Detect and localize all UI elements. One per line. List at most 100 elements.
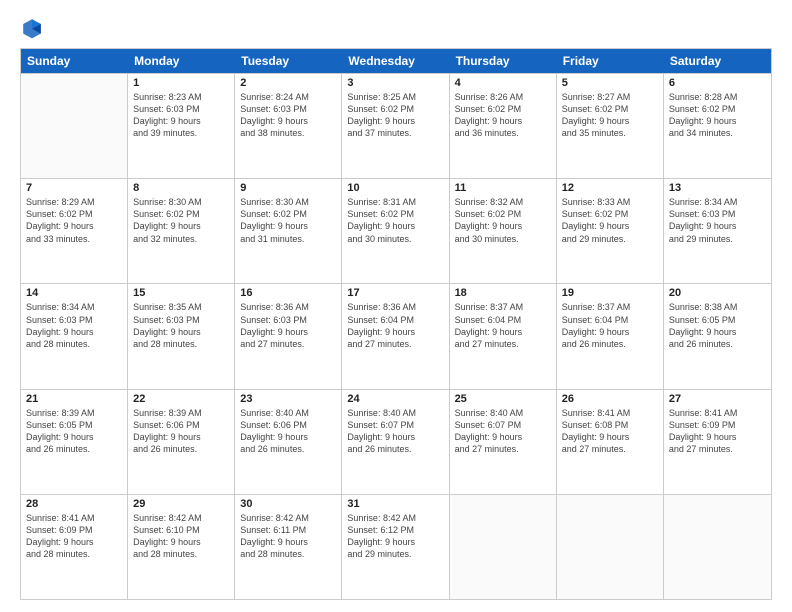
- daylight-line1: Daylight: 9 hours: [455, 326, 551, 338]
- day-number: 14: [26, 287, 122, 299]
- cell-info: Sunrise: 8:24 AM: [240, 91, 336, 103]
- header-day-monday: Monday: [128, 49, 235, 73]
- daylight-line2: and 26 minutes.: [347, 443, 443, 455]
- daylight-line2: and 27 minutes.: [562, 443, 658, 455]
- cell-info: Sunrise: 8:39 AM: [26, 407, 122, 419]
- day-number: 9: [240, 182, 336, 194]
- cell-info: Sunset: 6:06 PM: [240, 419, 336, 431]
- calendar-row-1: 7Sunrise: 8:29 AMSunset: 6:02 PMDaylight…: [21, 178, 771, 283]
- daylight-line2: and 26 minutes.: [562, 338, 658, 350]
- daylight-line1: Daylight: 9 hours: [562, 220, 658, 232]
- day-number: 18: [455, 287, 551, 299]
- cell-info: Sunrise: 8:26 AM: [455, 91, 551, 103]
- cell-info: Sunset: 6:02 PM: [455, 103, 551, 115]
- day-number: 15: [133, 287, 229, 299]
- daylight-line2: and 29 minutes.: [562, 233, 658, 245]
- cell-info: Sunset: 6:11 PM: [240, 524, 336, 536]
- day-number: 27: [669, 393, 766, 405]
- daylight-line1: Daylight: 9 hours: [26, 326, 122, 338]
- day-number: 12: [562, 182, 658, 194]
- cell-info: Sunset: 6:05 PM: [26, 419, 122, 431]
- daylight-line2: and 38 minutes.: [240, 127, 336, 139]
- cell-info: Sunrise: 8:36 AM: [240, 301, 336, 313]
- daylight-line2: and 28 minutes.: [26, 338, 122, 350]
- daylight-line1: Daylight: 9 hours: [669, 220, 766, 232]
- cell-info: Sunrise: 8:29 AM: [26, 196, 122, 208]
- cal-cell-12: 12 Sunrise: 8:33 AMSunset: 6:02 PMDayligh…: [557, 179, 664, 283]
- daylight-line2: and 32 minutes.: [133, 233, 229, 245]
- daylight-line1: Daylight: 9 hours: [133, 115, 229, 127]
- cell-info: Sunrise: 8:41 AM: [669, 407, 766, 419]
- cell-info: Sunset: 6:03 PM: [240, 314, 336, 326]
- cell-info: Sunset: 6:02 PM: [455, 208, 551, 220]
- cell-info: Sunrise: 8:25 AM: [347, 91, 443, 103]
- cell-info: Sunrise: 8:36 AM: [347, 301, 443, 313]
- cell-info: Sunset: 6:05 PM: [669, 314, 766, 326]
- cal-cell-20: 20Sunrise: 8:38 AMSunset: 6:05 PMDayligh…: [664, 284, 771, 388]
- daylight-line1: Daylight: 9 hours: [240, 220, 336, 232]
- daylight-line1: Daylight: 9 hours: [455, 115, 551, 127]
- daylight-line2: and 29 minutes.: [669, 233, 766, 245]
- cell-info: Sunrise: 8:23 AM: [133, 91, 229, 103]
- day-number: 1: [133, 77, 229, 89]
- day-number: 21: [26, 393, 122, 405]
- daylight-line1: Daylight: 9 hours: [669, 115, 766, 127]
- cell-info: Sunrise: 8:34 AM: [26, 301, 122, 313]
- cell-info: Sunset: 6:02 PM: [562, 208, 658, 220]
- daylight-line2: and 27 minutes.: [455, 443, 551, 455]
- cell-info: Sunset: 6:04 PM: [347, 314, 443, 326]
- cal-cell-18: 18 Sunrise: 8:37 AMSunset: 6:04 PMDayligh…: [450, 284, 557, 388]
- cal-cell-11: 11Sunrise: 8:32 AMSunset: 6:02 PMDayligh…: [450, 179, 557, 283]
- cell-info: Sunrise: 8:27 AM: [562, 91, 658, 103]
- daylight-line1: Daylight: 9 hours: [347, 431, 443, 443]
- day-number: 6: [669, 77, 766, 89]
- cal-cell-23: 23Sunrise: 8:40 AMSunset: 6:06 PMDayligh…: [235, 390, 342, 494]
- cell-info: Sunset: 6:02 PM: [26, 208, 122, 220]
- cell-info: Sunrise: 8:32 AM: [455, 196, 551, 208]
- day-number: 23: [240, 393, 336, 405]
- daylight-line1: Daylight: 9 hours: [240, 115, 336, 127]
- daylight-line2: and 30 minutes.: [455, 233, 551, 245]
- logo-icon: [20, 16, 44, 40]
- daylight-line1: Daylight: 9 hours: [669, 431, 766, 443]
- cal-cell-24: 24Sunrise: 8:40 AMSunset: 6:07 PMDayligh…: [342, 390, 449, 494]
- cell-info: Sunset: 6:08 PM: [562, 419, 658, 431]
- day-number: 16: [240, 287, 336, 299]
- cal-cell-9: 9Sunrise: 8:30 AMSunset: 6:02 PMDaylight…: [235, 179, 342, 283]
- cal-cell-22: 22Sunrise: 8:39 AMSunset: 6:06 PMDayligh…: [128, 390, 235, 494]
- cell-info: Sunrise: 8:42 AM: [240, 512, 336, 524]
- cell-info: Sunset: 6:03 PM: [133, 103, 229, 115]
- day-number: 10: [347, 182, 443, 194]
- day-number: 19: [562, 287, 658, 299]
- cell-info: Sunrise: 8:30 AM: [133, 196, 229, 208]
- daylight-line1: Daylight: 9 hours: [133, 220, 229, 232]
- daylight-line2: and 35 minutes.: [562, 127, 658, 139]
- logo: [20, 16, 46, 40]
- header-day-thursday: Thursday: [450, 49, 557, 73]
- daylight-line2: and 29 minutes.: [347, 548, 443, 560]
- daylight-line1: Daylight: 9 hours: [669, 326, 766, 338]
- cell-info: Sunrise: 8:33 AM: [562, 196, 658, 208]
- cal-cell-31: 31Sunrise: 8:42 AMSunset: 6:12 PMDayligh…: [342, 495, 449, 599]
- cell-info: Sunset: 6:07 PM: [347, 419, 443, 431]
- cell-info: Sunrise: 8:40 AM: [455, 407, 551, 419]
- cell-info: Sunset: 6:02 PM: [133, 208, 229, 220]
- cell-info: Sunset: 6:02 PM: [347, 103, 443, 115]
- daylight-line2: and 28 minutes.: [133, 548, 229, 560]
- page-header: [20, 16, 772, 40]
- cell-info: Sunrise: 8:39 AM: [133, 407, 229, 419]
- calendar-page: SundayMondayTuesdayWednesdayThursdayFrid…: [0, 0, 792, 612]
- cell-info: Sunset: 6:09 PM: [26, 524, 122, 536]
- daylight-line2: and 28 minutes.: [26, 548, 122, 560]
- daylight-line1: Daylight: 9 hours: [26, 536, 122, 548]
- cell-info: Sunset: 6:04 PM: [455, 314, 551, 326]
- header-day-tuesday: Tuesday: [235, 49, 342, 73]
- day-number: 24: [347, 393, 443, 405]
- cal-cell-14: 14Sunrise: 8:34 AMSunset: 6:03 PMDayligh…: [21, 284, 128, 388]
- cell-info: Sunrise: 8:31 AM: [347, 196, 443, 208]
- day-number: 8: [133, 182, 229, 194]
- day-number: 26: [562, 393, 658, 405]
- cell-info: Sunset: 6:06 PM: [133, 419, 229, 431]
- cell-info: Sunset: 6:03 PM: [133, 314, 229, 326]
- cell-info: Sunrise: 8:37 AM: [455, 301, 551, 313]
